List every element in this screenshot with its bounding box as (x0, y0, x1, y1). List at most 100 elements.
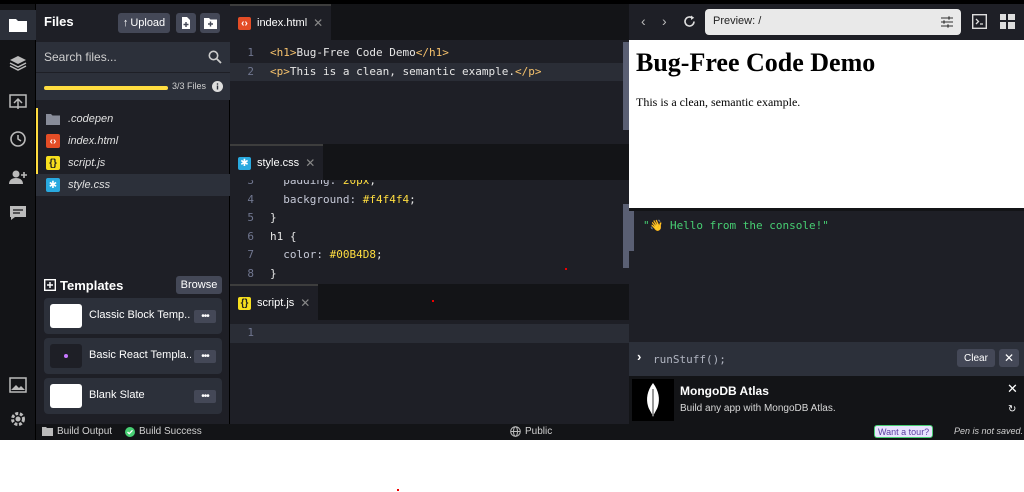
layout-icon[interactable] (1000, 14, 1015, 29)
new-file-button[interactable] (176, 13, 196, 33)
new-folder-button[interactable] (200, 13, 220, 33)
code-line[interactable]: 1 (230, 324, 629, 343)
close-tab-icon[interactable]: ✕ (305, 156, 315, 170)
css-code[interactable]: 3 padding: 20px; 4 background: #f4f4f4; 5}… (230, 180, 629, 283)
red-dot-marker (397, 489, 399, 491)
js-code[interactable]: 1 (230, 324, 629, 343)
code-line[interactable]: 3 padding: 20px; (230, 180, 629, 191)
close-tab-icon[interactable]: ✕ (313, 16, 323, 30)
file-item-script-js[interactable]: {} script.js (36, 152, 230, 174)
tab-label: index.html (257, 17, 308, 29)
build-output-label: Build Output (57, 426, 113, 437)
template-thumbnail (50, 344, 82, 368)
js-file-icon: {} (238, 296, 251, 310)
sliders-icon[interactable] (941, 16, 953, 28)
info-icon[interactable] (212, 81, 223, 92)
add-collaborator-button[interactable] (0, 162, 36, 192)
refresh-ad-icon[interactable]: ↻ (1008, 404, 1016, 415)
code-line[interactable]: 5} (230, 209, 629, 228)
forward-arrow-icon[interactable]: › (662, 13, 667, 29)
preview-viewport[interactable]: Bug-Free Code Demo This is a clean, sema… (629, 42, 1024, 208)
console-scrollbar[interactable] (629, 211, 634, 251)
file-item-style-css[interactable]: ✱ style.css (36, 174, 230, 196)
template-thumbnail (50, 384, 82, 408)
build-status: Build Success (125, 426, 202, 437)
build-output-button[interactable]: Build Output (42, 426, 112, 437)
file-list: .codepen ‹› index.html {} script.js ✱ st… (36, 108, 230, 196)
preview-paragraph: This is a clean, semantic example. (636, 95, 801, 109)
upload-label: Upload (130, 17, 166, 29)
file-name: index.html (68, 135, 119, 147)
sponsor-ad[interactable]: MongoDB Atlas Build any app with MongoDB… (629, 376, 1024, 424)
close-console-button[interactable]: ✕ (999, 349, 1019, 367)
template-card-basic-react[interactable]: Basic React Templa... ••• (44, 338, 222, 374)
back-arrow-icon[interactable]: ‹ (641, 13, 646, 29)
code-line[interactable]: 7 color: #00B4D8; (230, 246, 629, 265)
close-icon[interactable]: ✕ (1007, 381, 1018, 397)
tab-index-html[interactable]: ‹› index.html ✕ (230, 4, 332, 40)
file-item-codepen[interactable]: .codepen (36, 108, 230, 130)
assets-button[interactable] (0, 370, 36, 400)
globe-icon (510, 426, 521, 437)
activity-bar (0, 4, 36, 440)
history-button[interactable] (0, 124, 36, 154)
code-token: #f4f4f4 (362, 192, 410, 206)
files-count: 3/3 Files (172, 81, 207, 91)
code-line[interactable]: 1 <h1>Bug-Free Code Demo</h1> (230, 44, 629, 63)
line-number: 1 (247, 46, 254, 59)
folder-icon (9, 19, 27, 32)
line-number: 3 (247, 180, 254, 187)
add-user-icon (9, 170, 27, 184)
code-line[interactable]: 2 <p>This is a clean, semantic example.</… (230, 62, 629, 81)
search-input[interactable] (44, 48, 204, 66)
file-item-index-html[interactable]: ‹› index.html (36, 130, 230, 152)
code-token: ; (369, 180, 376, 187)
template-more-button[interactable]: ••• (194, 350, 216, 363)
code-line[interactable]: 8} (230, 265, 629, 284)
html-code[interactable]: 1 <h1>Bug-Free Code Demo</h1> 2 <p>This is … (230, 44, 629, 81)
console-panel: "👋 Hello from the console!" › Clear ✕ (629, 208, 1024, 376)
upload-button[interactable]: ↑ Upload (118, 13, 170, 33)
templates-header: Templates Browse (44, 276, 224, 298)
mongodb-logo (632, 379, 674, 421)
console-input-bar: › Clear ✕ (629, 342, 1024, 376)
code-line[interactable]: 6 h1 { (230, 228, 629, 247)
console-toggle-icon[interactable] (972, 14, 987, 29)
ad-title: MongoDB Atlas (680, 384, 769, 398)
comments-button[interactable] (0, 198, 36, 228)
layers-button[interactable] (0, 48, 36, 78)
settings-button[interactable] (0, 404, 36, 434)
files-view-button[interactable] (0, 10, 36, 40)
console-input[interactable] (653, 351, 943, 367)
tab-script-js[interactable]: {} script.js ✕ (230, 284, 319, 320)
visibility-button[interactable]: Public (510, 426, 552, 437)
ad-description: Build any app with MongoDB Atlas. (680, 403, 836, 414)
refresh-icon[interactable] (683, 15, 696, 28)
save-status: Pen is not saved. (954, 426, 1024, 436)
code-line[interactable]: 4 background: #f4f4f4; (230, 191, 629, 210)
check-circle-icon (125, 426, 135, 437)
line-number: 2 (247, 64, 254, 78)
tour-button[interactable]: Want a tour? (874, 425, 934, 438)
tab-label: script.js (257, 297, 295, 309)
deploy-button[interactable] (0, 88, 36, 118)
css-file-icon: ✱ (238, 156, 251, 170)
css-editor: ✱ style.css ✕ 3 padding: 20px; 4 backgrou… (230, 144, 629, 284)
search-icon[interactable] (208, 50, 222, 64)
file-quota: 3/3 Files (36, 72, 230, 100)
browse-templates-button[interactable]: Browse (176, 276, 222, 294)
tab-style-css[interactable]: ✱ style.css ✕ (230, 144, 324, 180)
template-name: Blank Slate (89, 389, 145, 401)
clear-console-button[interactable]: Clear (957, 349, 995, 367)
preview-url-bar[interactable]: Preview: / (705, 9, 961, 35)
template-more-button[interactable]: ••• (194, 390, 216, 403)
close-tab-icon[interactable]: ✕ (300, 296, 310, 310)
code-token: <p> (270, 64, 290, 78)
code-token: background: (270, 192, 363, 206)
prompt-chevron-icon: › (637, 349, 642, 364)
template-card-classic-block[interactable]: Classic Block Temp... ••• (44, 298, 222, 334)
template-card-blank-slate[interactable]: Blank Slate ••• (44, 378, 222, 414)
code-text: } (270, 209, 277, 228)
template-more-button[interactable]: ••• (194, 310, 216, 323)
template-thumbnail (50, 304, 82, 328)
